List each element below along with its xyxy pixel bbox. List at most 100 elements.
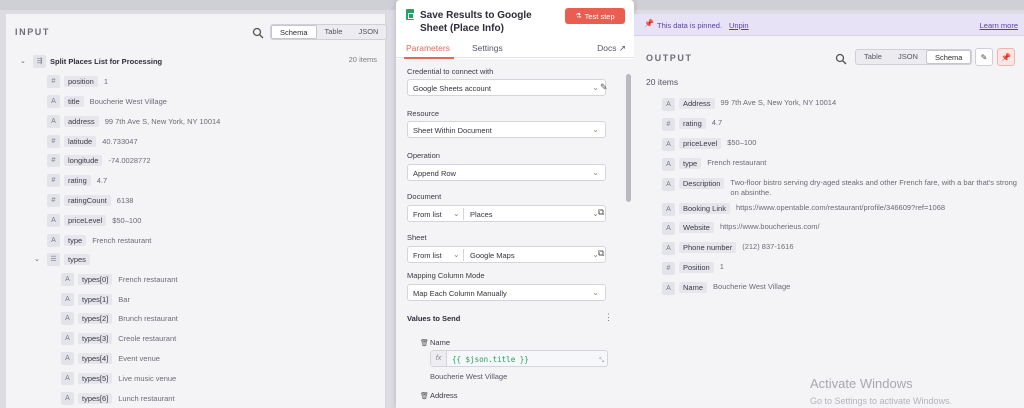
output-field[interactable]: A Website https://www.boucherieus.com/ bbox=[662, 222, 820, 235]
name-expression-input[interactable]: fx {{ $json.title }} ⤡ bbox=[430, 350, 608, 367]
output-field[interactable]: A type French restaurant bbox=[662, 158, 766, 171]
sheet-mode[interactable]: From list bbox=[413, 251, 442, 260]
schema-field[interactable]: # ratingCount 6138 bbox=[47, 193, 133, 207]
resource-select[interactable]: Sheet Within Document ⌄ bbox=[407, 121, 606, 138]
tab-settings[interactable]: Settings bbox=[472, 43, 503, 53]
field-key[interactable]: types[2] bbox=[78, 312, 113, 324]
document-select[interactable]: From list ⌄ Places ⌄ bbox=[407, 205, 606, 222]
input-tab-schema[interactable]: Schema bbox=[271, 25, 317, 39]
field-key[interactable]: latitude bbox=[64, 135, 97, 147]
output-field[interactable]: A Phone number (212) 837-1616 bbox=[662, 242, 794, 255]
document-label: Document bbox=[407, 192, 442, 201]
field-key[interactable]: ratingCount bbox=[64, 194, 111, 206]
array-item[interactable]: A types[3] Creole restaurant bbox=[61, 331, 176, 345]
document-mode[interactable]: From list bbox=[413, 210, 442, 219]
output-tab-table[interactable]: Table bbox=[856, 50, 890, 64]
field-key[interactable]: priceLevel bbox=[64, 214, 107, 226]
output-field[interactable]: A Booking Link https://www.opentable.com… bbox=[662, 203, 945, 216]
schema-field[interactable]: A type French restaurant bbox=[47, 233, 151, 247]
output-field[interactable]: A priceLevel $50–100 bbox=[662, 138, 756, 151]
field-key[interactable]: types[1] bbox=[78, 293, 113, 305]
field-key[interactable]: types[5] bbox=[78, 372, 113, 384]
field-key[interactable]: rating bbox=[679, 118, 706, 129]
chevron-down-icon[interactable]: ⌄ bbox=[20, 57, 29, 65]
external-link-icon[interactable]: ⧉ bbox=[598, 207, 604, 218]
field-key[interactable]: Description bbox=[678, 178, 725, 189]
string-type-icon: A bbox=[61, 272, 74, 286]
input-tab-table[interactable]: Table bbox=[317, 25, 351, 39]
chevron-down-icon[interactable]: ⌄ bbox=[34, 255, 43, 263]
string-type-icon: A bbox=[47, 114, 60, 128]
array-item[interactable]: A types[1] Bar bbox=[61, 292, 130, 306]
form-scrollbar[interactable] bbox=[626, 74, 631, 202]
schema-field[interactable]: A title Boucherie West Village bbox=[47, 94, 167, 108]
output-field[interactable]: # rating 4.7 bbox=[662, 118, 722, 131]
schema-field[interactable]: # rating 4.7 bbox=[47, 173, 107, 187]
field-key[interactable]: title bbox=[64, 95, 84, 107]
field-key[interactable]: type bbox=[64, 234, 87, 246]
output-field[interactable]: A Name Boucherie West Village bbox=[662, 282, 790, 295]
sheet-value[interactable]: Google Maps bbox=[470, 251, 515, 260]
list-type-icon: ☰ bbox=[47, 252, 60, 266]
pencil-icon[interactable]: ✎ bbox=[600, 82, 608, 93]
external-link-icon[interactable]: ⧉ bbox=[598, 248, 604, 259]
search-icon[interactable] bbox=[252, 27, 264, 39]
unpin-data-button[interactable]: 📌 bbox=[997, 48, 1015, 66]
array-item[interactable]: A types[5] Live music venue bbox=[61, 371, 176, 385]
field-key[interactable]: Position bbox=[679, 262, 714, 273]
test-step-button[interactable]: ⚗ Test step bbox=[565, 8, 625, 24]
sheet-select[interactable]: From list ⌄ Google Maps ⌄ bbox=[407, 246, 606, 263]
field-key[interactable]: priceLevel bbox=[679, 138, 722, 149]
field-key[interactable]: types[0] bbox=[78, 273, 113, 285]
field-key[interactable]: Booking Link bbox=[679, 203, 730, 214]
operation-select[interactable]: Append Row ⌄ bbox=[407, 164, 606, 181]
output-tab-schema[interactable]: Schema bbox=[925, 50, 972, 64]
trash-icon[interactable]: 🗑 bbox=[420, 339, 429, 347]
string-type-icon: A bbox=[662, 203, 675, 216]
schema-field[interactable]: # longitude -74.0028772 bbox=[47, 153, 151, 167]
field-key[interactable]: type bbox=[679, 158, 702, 169]
field-key[interactable]: Name bbox=[679, 282, 708, 293]
output-field[interactable]: A Address 99 7th Ave S, New York, NY 100… bbox=[662, 98, 836, 111]
input-tab-json[interactable]: JSON bbox=[350, 25, 386, 39]
docs-link[interactable]: Docs ↗ bbox=[597, 43, 626, 54]
array-item[interactable]: A types[0] French restaurant bbox=[61, 272, 177, 286]
field-key[interactable]: rating bbox=[64, 174, 91, 186]
output-tab-json[interactable]: JSON bbox=[890, 50, 926, 64]
resize-handle-icon[interactable]: ⤡ bbox=[599, 358, 604, 365]
search-icon[interactable] bbox=[835, 53, 847, 65]
output-field[interactable]: A Description Two-floor bistro serving d… bbox=[662, 178, 1018, 198]
schema-array-types[interactable]: ⌄ ☰ types bbox=[34, 252, 96, 266]
field-key[interactable]: types[6] bbox=[78, 392, 113, 404]
field-key[interactable]: Phone number bbox=[679, 242, 737, 253]
tab-parameters[interactable]: Parameters bbox=[406, 43, 450, 53]
learn-more-link[interactable]: Learn more bbox=[980, 21, 1018, 30]
array-item[interactable]: A types[6] Lunch restaurant bbox=[61, 391, 175, 405]
field-key[interactable]: position bbox=[64, 75, 98, 87]
array-item[interactable]: A types[4] Event venue bbox=[61, 351, 160, 365]
trash-icon[interactable]: 🗑 bbox=[420, 392, 429, 400]
edit-output-button[interactable]: ✎ bbox=[975, 48, 993, 66]
more-options-icon[interactable]: ⋮ bbox=[604, 312, 613, 323]
unpin-link[interactable]: Unpin bbox=[729, 21, 749, 30]
schema-field[interactable]: # position 1 bbox=[47, 74, 108, 88]
schema-field[interactable]: A address 99 7th Ave S, New York, NY 100… bbox=[47, 114, 220, 128]
credential-select[interactable]: Google Sheets account ⌄ bbox=[407, 79, 606, 96]
mapping-select[interactable]: Map Each Column Manually ⌄ bbox=[407, 284, 606, 301]
field-key[interactable]: longitude bbox=[64, 154, 103, 166]
tree-root-node[interactable]: ⌄ ⇶ Split Places List for Processing bbox=[20, 54, 162, 68]
field-key[interactable]: types bbox=[64, 253, 90, 265]
array-item[interactable]: A types[2] Brunch restaurant bbox=[61, 311, 178, 325]
document-value[interactable]: Places bbox=[470, 210, 493, 219]
field-key[interactable]: Website bbox=[679, 222, 714, 233]
field-key[interactable]: address bbox=[64, 115, 99, 127]
field-key[interactable]: types[3] bbox=[78, 332, 113, 344]
schema-field[interactable]: A priceLevel $50–100 bbox=[47, 213, 141, 227]
node-name[interactable]: Save Results to Google Sheet (Place Info… bbox=[420, 9, 550, 35]
output-field[interactable]: # Position 1 bbox=[662, 262, 724, 275]
field-key[interactable]: Address bbox=[679, 98, 715, 109]
input-view-toggle: Schema Table JSON bbox=[270, 24, 388, 40]
schema-field[interactable]: # latitude 40.733047 bbox=[47, 134, 138, 148]
google-sheets-icon bbox=[406, 9, 414, 20]
field-key[interactable]: types[4] bbox=[78, 352, 113, 364]
